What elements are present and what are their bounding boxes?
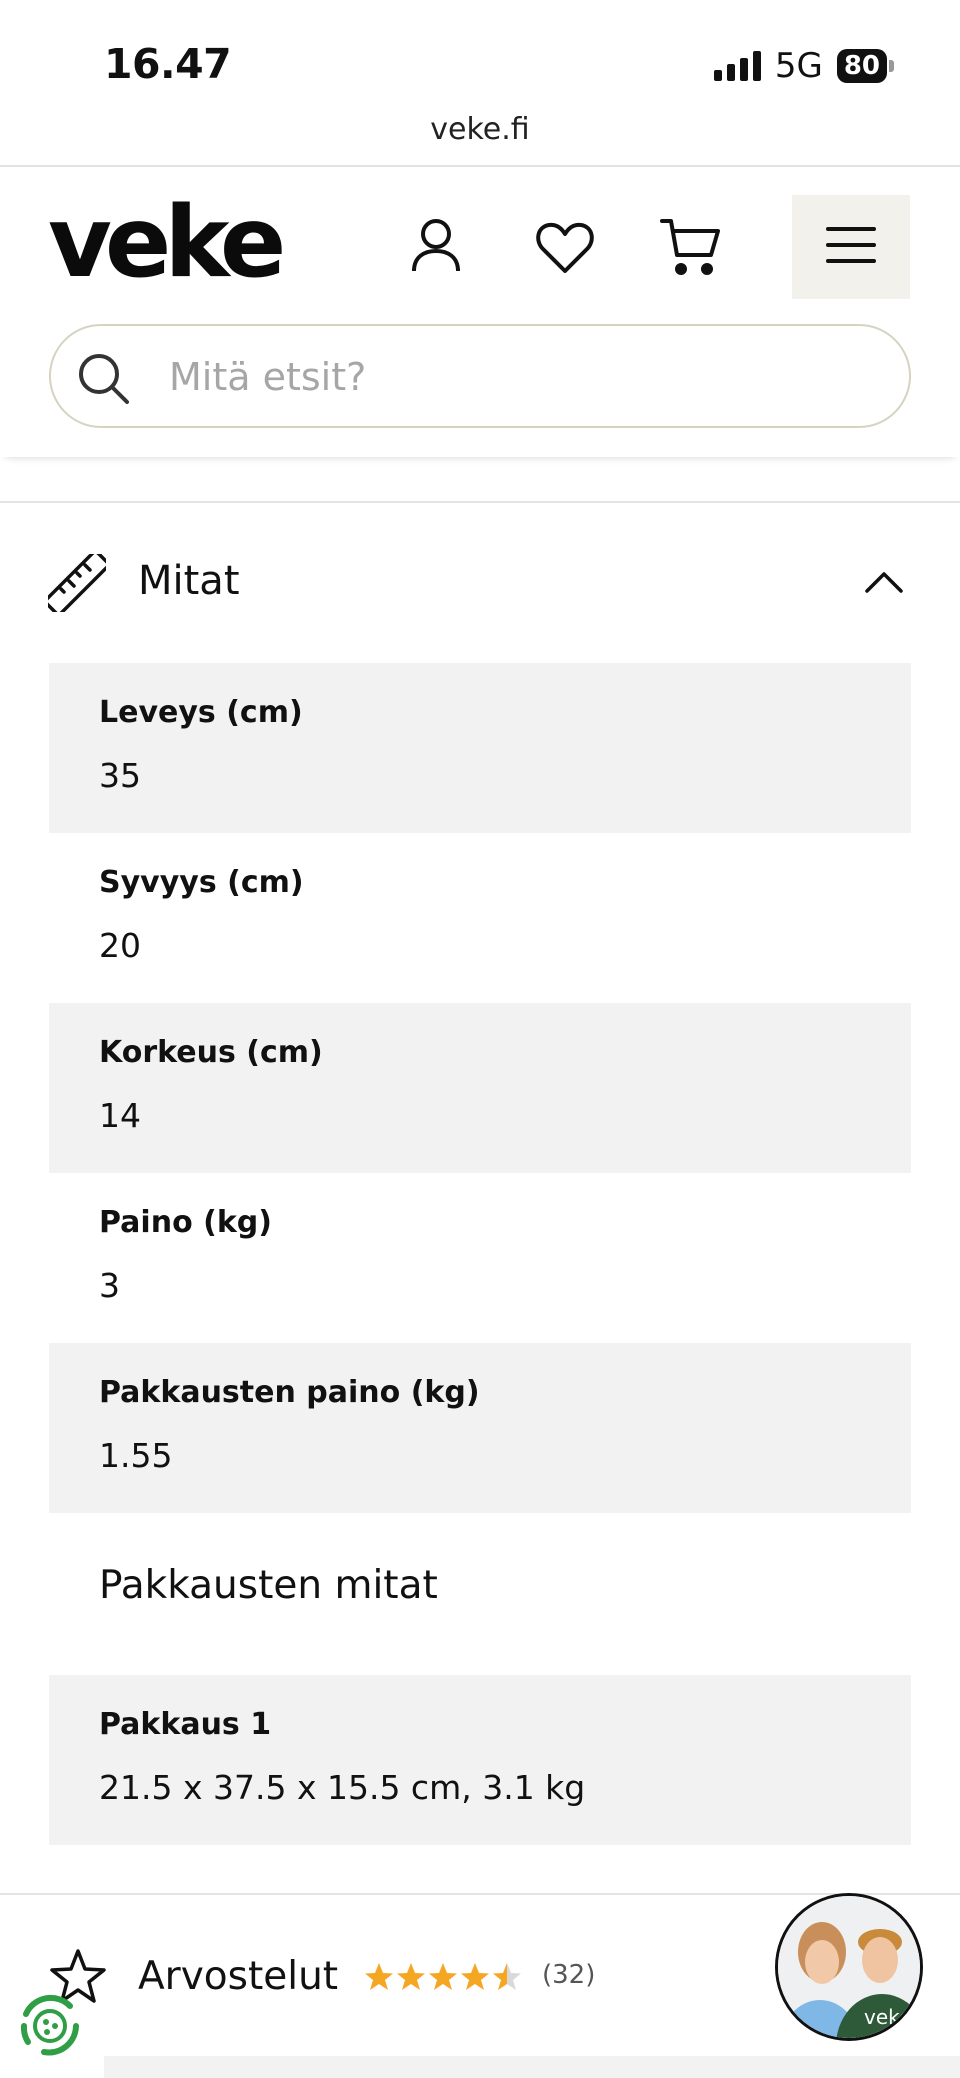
- spec-label: Pakkausten paino (kg): [99, 1375, 480, 1410]
- spec-row: Pakkausten paino (kg) 1.55: [49, 1343, 911, 1513]
- menu-icon: [826, 226, 876, 268]
- spec-value: 14: [99, 1096, 141, 1135]
- star-icon: [461, 1963, 489, 1990]
- spec-value: 3: [99, 1266, 120, 1305]
- reviews-title: Arvostelut: [138, 1954, 339, 1999]
- site-header: veke: [0, 165, 960, 457]
- cart-icon[interactable]: [660, 217, 722, 281]
- star-icon: [397, 1963, 425, 1990]
- signal-icon: [713, 51, 761, 81]
- spec-label: Leveys (cm): [99, 695, 303, 730]
- package-label: Pakkaus 1: [99, 1707, 272, 1742]
- chat-support-avatar[interactable]: veke: [775, 1893, 923, 2041]
- rating-stars: [364, 1962, 524, 1992]
- star-icon: [429, 1963, 457, 1990]
- menu-button[interactable]: [792, 195, 910, 299]
- spec-row: Syvyys (cm) 20: [49, 833, 911, 1003]
- spec-label: Paino (kg): [99, 1205, 272, 1240]
- chevron-up-icon[interactable]: [864, 570, 904, 598]
- divider: [0, 501, 960, 503]
- packages-heading: Pakkausten mitat: [99, 1563, 438, 1608]
- status-time: 16.47: [104, 40, 232, 88]
- star-icon: [365, 1963, 393, 1990]
- spec-row: Leveys (cm) 35: [49, 663, 911, 833]
- next-section-edge: [104, 2056, 960, 2078]
- half-star-icon: [493, 1963, 521, 1990]
- dimensions-accordion-header[interactable]: Mitat: [44, 548, 912, 618]
- spec-value: 20: [99, 926, 141, 965]
- search-input[interactable]: [169, 348, 869, 406]
- package-value: 21.5 x 37.5 x 15.5 cm, 3.1 kg: [99, 1768, 586, 1807]
- spec-value: 35: [99, 756, 141, 795]
- review-count: (32): [542, 1960, 596, 1990]
- package-row: Pakkaus 1 21.5 x 37.5 x 15.5 cm, 3.1 kg: [49, 1675, 911, 1845]
- spec-row: Paino (kg) 3: [49, 1173, 911, 1343]
- ruler-icon: [44, 550, 110, 616]
- veke-logo[interactable]: veke: [48, 193, 286, 293]
- network-type: 5G: [774, 46, 823, 86]
- search-bar[interactable]: [49, 324, 911, 428]
- heart-icon[interactable]: [535, 221, 595, 279]
- status-bar: 16.47 5G 80: [0, 0, 960, 118]
- search-icon[interactable]: [77, 352, 131, 410]
- eco-badge-icon[interactable]: [14, 1990, 86, 2066]
- spec-label: Korkeus (cm): [99, 1035, 323, 1070]
- spec-list: Leveys (cm) 35 Syvyys (cm) 20 Korkeus (c…: [49, 663, 911, 1845]
- battery-level: 80: [836, 49, 887, 83]
- reviews-accordion-header[interactable]: Arvostelut (32): [48, 1948, 668, 2008]
- shirt-logo: veke: [864, 2005, 911, 2029]
- user-icon[interactable]: [410, 217, 462, 279]
- spec-row: Korkeus (cm) 14: [49, 1003, 911, 1173]
- section-title: Mitat: [138, 558, 240, 604]
- spec-value: 1.55: [99, 1436, 173, 1475]
- status-indicators: 5G 80: [713, 46, 894, 86]
- battery-icon: 80: [836, 49, 894, 83]
- divider: [0, 1893, 960, 1895]
- spec-label: Syvyys (cm): [99, 865, 304, 900]
- browser-url[interactable]: veke.fi: [0, 112, 960, 147]
